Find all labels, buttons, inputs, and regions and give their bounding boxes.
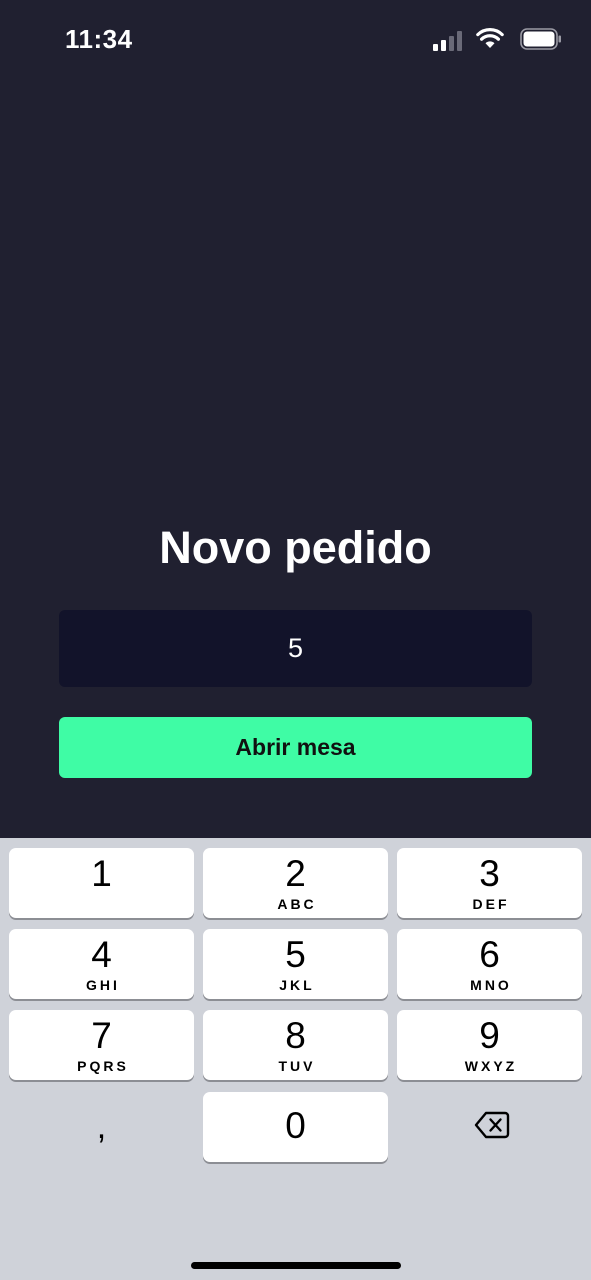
key-0[interactable]: 0	[203, 1092, 388, 1162]
wifi-icon	[476, 28, 504, 48]
key-2[interactable]: 2 ABC	[203, 848, 388, 918]
battery-icon	[520, 28, 561, 50]
key-9[interactable]: 9 WXYZ	[397, 1010, 582, 1080]
home-indicator	[191, 1262, 401, 1269]
table-number-input[interactable]	[59, 610, 532, 687]
numeric-keyboard: 1 2 ABC 3 DEF 4 GHI 5 JKL 6 MNO 7 PQRS 8…	[0, 838, 591, 1280]
open-table-button[interactable]: Abrir mesa	[59, 717, 532, 778]
status-bar: 11:34	[0, 0, 591, 80]
page-title: Novo pedido	[159, 522, 432, 573]
key-1[interactable]: 1	[9, 848, 194, 918]
key-6[interactable]: 6 MNO	[397, 929, 582, 999]
key-4[interactable]: 4 GHI	[9, 929, 194, 999]
key-7[interactable]: 7 PQRS	[9, 1010, 194, 1080]
signal-icon	[433, 29, 465, 51]
delete-icon	[474, 1111, 510, 1139]
status-time: 11:34	[65, 24, 133, 54]
delete-key[interactable]	[397, 1092, 582, 1162]
key-8[interactable]: 8 TUV	[203, 1010, 388, 1080]
key-3[interactable]: 3 DEF	[397, 848, 582, 918]
comma-key[interactable]: ,	[9, 1092, 194, 1162]
key-5[interactable]: 5 JKL	[203, 929, 388, 999]
